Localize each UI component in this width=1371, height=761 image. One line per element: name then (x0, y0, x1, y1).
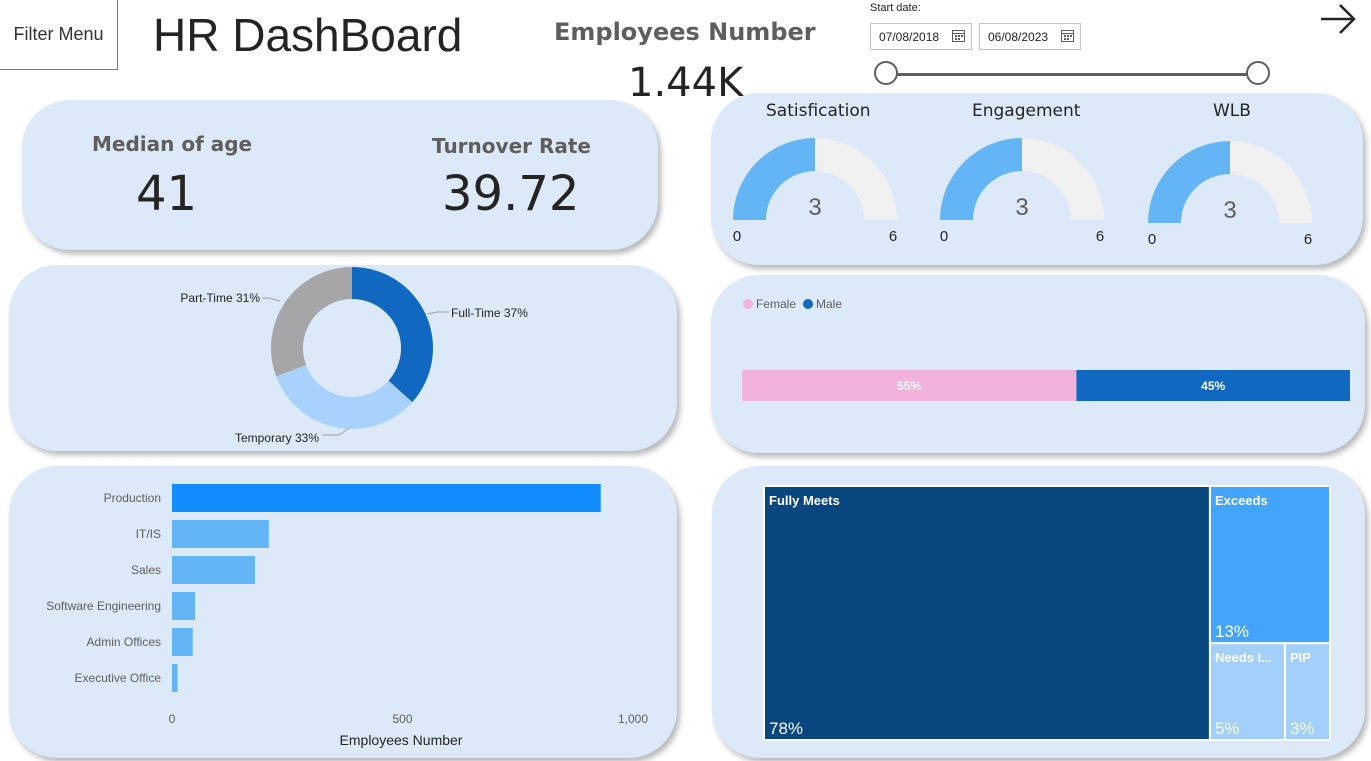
median-age-value: 41 (136, 166, 198, 222)
end-date-value: 06/08/2023 (988, 29, 1049, 44)
department-bar (172, 664, 178, 692)
legend-female-marker (743, 299, 753, 309)
arrow-right-icon[interactable] (1318, 2, 1358, 36)
performance-card: Fully Meets 78% Exceeds 13% Needs I... 5% PIP 3… (712, 466, 1365, 758)
department-category-label: Software Engineering (46, 599, 161, 613)
date-slider-end-handle[interactable] (1246, 61, 1270, 85)
treemap-value-label: 3% (1290, 719, 1315, 738)
department-category-label: IT/IS (136, 527, 161, 541)
donut-leader-line (426, 311, 449, 315)
donut-data-label: Part-Time 31% (180, 291, 260, 305)
department-category-label: Sales (131, 563, 161, 577)
page-title: HR DashBoard (153, 9, 463, 61)
treemap-value-label: 78% (769, 719, 803, 738)
gauges-card: Satisfication Engagement WLB 306 306 306 (711, 93, 1363, 265)
department-bar (172, 484, 601, 512)
gauge-min-label: 0 (940, 228, 948, 245)
donut-leader-line (262, 297, 281, 302)
donut-slice-full-time (352, 267, 433, 403)
treemap-tile-fully-meets (763, 485, 1211, 741)
gauge-value-arc (940, 138, 1022, 220)
treemap-category-label: Needs I... (1215, 650, 1272, 665)
x-tick-label: 0 (169, 712, 176, 726)
gauge-value-arc (1148, 141, 1230, 223)
date-slider-start-handle[interactable] (874, 61, 898, 85)
department-bar-chart: Production IT/IS Sales Software Engineering… (46, 484, 648, 748)
department-category-label: Production (104, 491, 161, 505)
department-bar (172, 556, 255, 584)
legend-male-marker (803, 299, 813, 309)
department-category-label: Admin Offices (87, 635, 161, 649)
employees-number-label: Employees Number (554, 18, 816, 46)
calendar-icon[interactable] (952, 29, 965, 42)
turnover-rate-value: 39.72 (442, 166, 580, 222)
calendar-icon[interactable] (1061, 29, 1074, 42)
start-date-label: Start date: (870, 2, 921, 14)
legend-female-label: Female (756, 297, 796, 311)
department-category-label: Executive Office (75, 671, 162, 685)
employment-type-card: Full-Time 37% Temporary 33% Part-Time 31% (9, 265, 677, 451)
gender-stacked-bar-chart: Female Male 55% 45% (742, 297, 1350, 401)
donut-data-label: Full-Time 37% (451, 306, 528, 320)
start-date-value: 07/08/2018 (879, 29, 940, 44)
gauge-min-label: 0 (733, 228, 741, 245)
gauge-max-label: 6 (1096, 228, 1104, 245)
gauge-track-arc (1022, 138, 1104, 220)
kpi-card: Median of age 41 Turnover Rate 39.72 (22, 100, 658, 250)
donut-slice-temporary (276, 365, 413, 429)
x-tick-label: 500 (392, 712, 412, 726)
performance-treemap: Fully Meets 78% Exceeds 13% Needs I... 5% PIP 3… (763, 485, 1332, 741)
treemap-tile-exceeds (1208, 485, 1331, 645)
gauge-track-arc (815, 138, 897, 220)
donut-leader-line (322, 427, 350, 436)
gauge-track-arc (1230, 141, 1312, 223)
x-axis-title: Employees Number (340, 732, 463, 748)
donut-data-label: Temporary 33% (235, 431, 319, 445)
x-tick-label: 1,000 (618, 712, 648, 726)
gauge-satisfaction: 3 0 6 (733, 138, 897, 245)
department-card: Production IT/IS Sales Software Engineering… (9, 466, 677, 758)
filter-menu-button[interactable]: Filter Menu (0, 0, 118, 70)
employment-type-donut-chart: Full-Time 37% Temporary 33% Part-Time 31% (180, 267, 528, 445)
gauge-value-label: 3 (1015, 194, 1028, 221)
department-bar (172, 520, 269, 548)
gender-bar-label: 45% (1201, 379, 1225, 393)
median-age-label: Median of age (92, 132, 253, 156)
treemap-category-label: Exceeds (1215, 493, 1268, 508)
department-bar (172, 592, 196, 620)
treemap-value-label: 13% (1215, 622, 1249, 641)
gender-card: Female Male 55% 45% (711, 275, 1365, 453)
gauge-value-label: 3 (1223, 197, 1236, 224)
gauge-value-arc (733, 138, 815, 220)
gauge-min-label: 0 (1148, 231, 1156, 248)
treemap-category-label: PIP (1290, 650, 1311, 665)
gauges-chart: 3 0 6 3 0 6 3 0 6 (733, 138, 1312, 248)
legend-male-label: Male (816, 297, 842, 311)
start-date-input[interactable]: 07/08/2018 (870, 23, 972, 50)
gauge-engagement: 3 0 6 (940, 138, 1104, 245)
turnover-rate-label: Turnover Rate (432, 134, 591, 158)
gauge-value-label: 3 (808, 194, 821, 221)
gauge-wlb: 3 0 6 (1148, 141, 1312, 248)
end-date-input[interactable]: 06/08/2023 (979, 23, 1081, 50)
gauge-max-label: 6 (889, 228, 897, 245)
gauge-max-label: 6 (1304, 231, 1312, 248)
date-slider-track[interactable] (886, 73, 1258, 76)
treemap-value-label: 5% (1215, 719, 1240, 738)
department-bar (172, 628, 193, 656)
treemap-category-label: Fully Meets (769, 493, 840, 508)
gender-bar-label: 55% (897, 379, 921, 393)
donut-slice-part-time (271, 267, 352, 377)
